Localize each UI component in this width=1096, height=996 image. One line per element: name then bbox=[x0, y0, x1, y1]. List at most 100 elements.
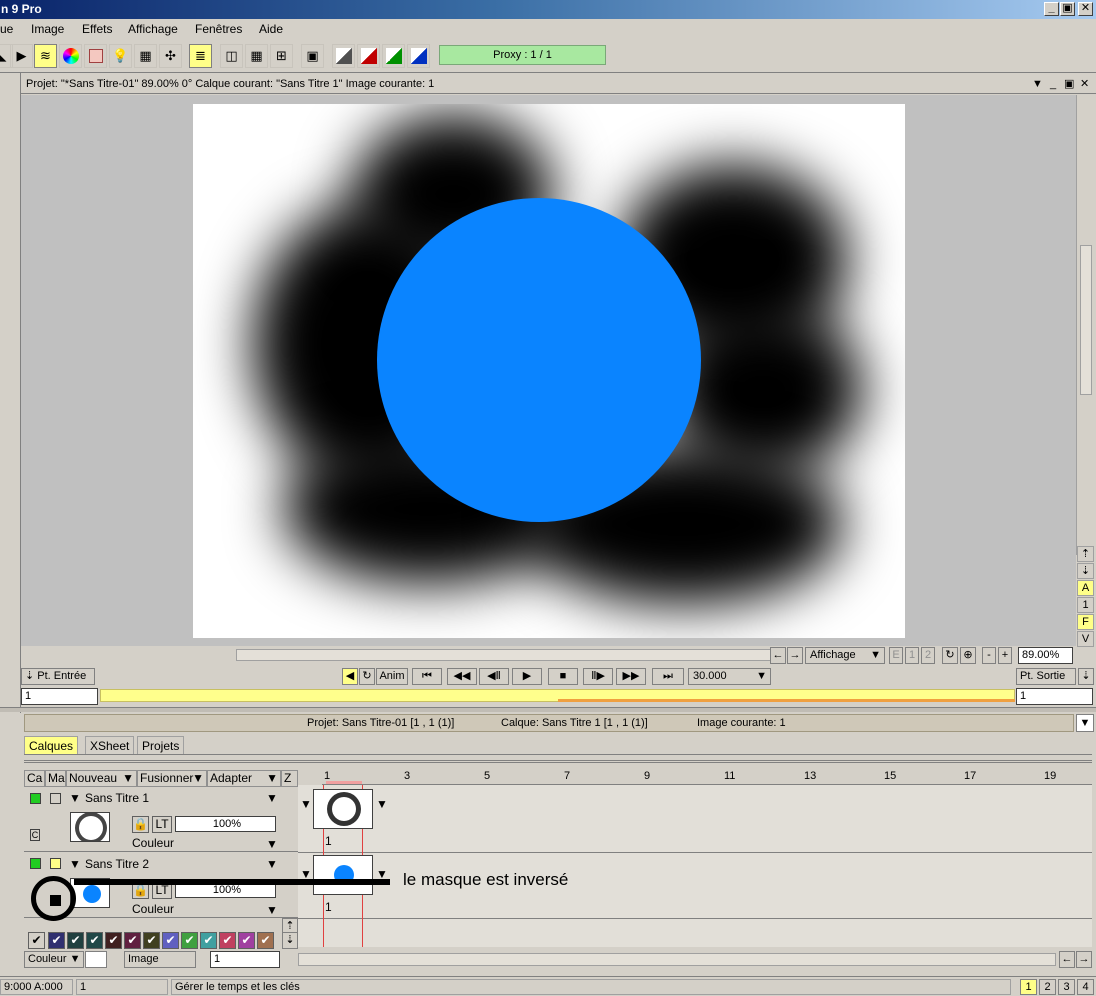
loop-icon[interactable]: ↻ bbox=[359, 668, 375, 685]
menu-fenetres[interactable]: Fenêtres bbox=[195, 19, 242, 40]
vertical-scrollbar[interactable] bbox=[1076, 95, 1096, 555]
panel-splitter[interactable] bbox=[0, 707, 1096, 712]
image-field[interactable]: 1 bbox=[210, 951, 280, 968]
tab-calques[interactable]: Calques bbox=[24, 736, 79, 754]
frame-thumbnail[interactable] bbox=[313, 789, 373, 829]
swatch-check[interactable]: ✔ bbox=[200, 932, 217, 949]
canvas[interactable] bbox=[193, 104, 905, 638]
layer-visible-toggle[interactable] bbox=[30, 793, 41, 804]
color-swatch[interactable] bbox=[85, 951, 107, 968]
column-adapter[interactable]: Adapter ▼ bbox=[207, 770, 281, 787]
layer-mask-toggle[interactable] bbox=[50, 793, 61, 804]
frames-scrollbar[interactable] bbox=[298, 953, 1056, 966]
menu-image[interactable]: Image bbox=[31, 19, 64, 40]
column-ma[interactable]: Ma bbox=[45, 770, 66, 787]
color-select[interactable]: Couleur ▼ bbox=[24, 951, 84, 968]
zoom-out-icon[interactable]: - bbox=[982, 647, 996, 664]
display-select[interactable]: Affichage ▼ bbox=[805, 647, 885, 664]
layer-visible-toggle[interactable] bbox=[30, 858, 41, 869]
light-bulb-icon[interactable]: 💡 bbox=[109, 44, 132, 68]
gray-channel-icon[interactable] bbox=[332, 44, 355, 68]
close-button[interactable]: ✕ bbox=[1078, 2, 1093, 16]
frame-thumbnail[interactable] bbox=[313, 855, 373, 895]
out-point-field[interactable]: 1 bbox=[1016, 688, 1093, 705]
rotate-icon[interactable]: ↻ bbox=[942, 647, 958, 664]
in-point-button[interactable]: ⇣ Pt. Entrée bbox=[21, 668, 95, 685]
tab-xsheet[interactable]: XSheet bbox=[85, 736, 135, 754]
viewer-close-icon[interactable]: ✕ bbox=[1080, 74, 1089, 94]
mask-tool-icon[interactable]: ◫ bbox=[220, 44, 243, 68]
menu-vue[interactable]: ue bbox=[0, 19, 13, 40]
chevron-down-icon[interactable]: ▼ bbox=[266, 903, 278, 917]
anim-button[interactable]: Anim bbox=[376, 668, 408, 685]
monitor-icon[interactable]: ▣ bbox=[301, 44, 324, 68]
scroll-up-icon[interactable]: ⇡ bbox=[1077, 546, 1094, 562]
panel-dropdown-icon[interactable]: ▼ bbox=[1076, 714, 1094, 732]
swatch-check[interactable]: ✔ bbox=[48, 932, 65, 949]
swatch-check[interactable]: ✔ bbox=[162, 932, 179, 949]
frames-area[interactable] bbox=[298, 785, 1092, 947]
play-tool-icon[interactable]: ▶ bbox=[10, 44, 33, 68]
menu-aide[interactable]: Aide bbox=[259, 19, 283, 40]
stop-icon[interactable]: ■ bbox=[548, 668, 578, 685]
page-2-button[interactable]: 2 bbox=[921, 647, 935, 664]
green-channel-icon[interactable] bbox=[382, 44, 405, 68]
last-frame-icon[interactable]: ⏭ bbox=[652, 668, 684, 685]
swatch-check[interactable]: ✔ bbox=[238, 932, 255, 949]
swatch-check[interactable]: ✔ bbox=[67, 932, 84, 949]
in-point-field[interactable]: 1 bbox=[21, 688, 98, 705]
page-button-4[interactable]: 4 bbox=[1077, 979, 1094, 995]
layer-menu-icon[interactable]: ▼ bbox=[266, 791, 278, 805]
viewer-restore-icon[interactable]: ▣ bbox=[1064, 74, 1074, 94]
page-e-button[interactable]: E bbox=[889, 647, 903, 664]
arrow-right-icon[interactable]: → bbox=[787, 647, 803, 664]
color-swatch-icon[interactable] bbox=[84, 44, 107, 68]
proxy-indicator[interactable]: Proxy : 1 / 1 bbox=[439, 45, 606, 65]
sound-icon[interactable]: ◀ bbox=[342, 668, 358, 685]
scroll-down-icon[interactable]: ⇣ bbox=[1077, 563, 1094, 579]
page-button-2[interactable]: 2 bbox=[1039, 979, 1056, 995]
minimize-button[interactable]: _ bbox=[1044, 2, 1059, 16]
split-view-icon[interactable]: ⊞ bbox=[270, 44, 293, 68]
zoom-field[interactable]: 89.00% bbox=[1018, 647, 1073, 664]
horizontal-scrollbar[interactable] bbox=[236, 649, 786, 661]
zoom-in-icon[interactable]: + bbox=[998, 647, 1012, 664]
blend-mode-label[interactable]: Couleur bbox=[132, 836, 174, 850]
fps-select[interactable]: 30.000 ▼ bbox=[688, 668, 771, 685]
red-channel-icon[interactable] bbox=[357, 44, 380, 68]
out-point-button[interactable]: Pt. Sortie bbox=[1016, 668, 1076, 685]
page-button-1[interactable]: 1 bbox=[1020, 979, 1037, 995]
side-button-f[interactable]: F bbox=[1077, 614, 1094, 630]
swatch-check[interactable]: ✔ bbox=[257, 932, 274, 949]
transform-tool-icon[interactable]: ✣ bbox=[159, 44, 182, 68]
first-frame-icon[interactable]: ⏮ bbox=[412, 668, 442, 685]
layer-thumbnail[interactable] bbox=[70, 812, 110, 842]
menu-affichage[interactable]: Affichage bbox=[128, 19, 178, 40]
tab-projets[interactable]: Projets bbox=[137, 736, 185, 754]
layer-expand-icon[interactable]: ▼ bbox=[69, 791, 81, 805]
frame-menu-icon[interactable]: ▼ bbox=[376, 797, 388, 811]
side-button-v[interactable]: V bbox=[1077, 631, 1094, 647]
opacity-field[interactable]: 100% bbox=[175, 816, 276, 832]
lock-icon[interactable]: 🔒 bbox=[132, 816, 149, 833]
swatch-check[interactable]: ✔ bbox=[86, 932, 103, 949]
frame-expand-icon[interactable]: ▼ bbox=[300, 797, 312, 811]
menu-effets[interactable]: Effets bbox=[82, 19, 112, 40]
side-button-a[interactable]: A bbox=[1077, 580, 1094, 596]
play-icon[interactable]: ▶ bbox=[512, 668, 542, 685]
frame-ruler[interactable] bbox=[322, 770, 1092, 785]
arrow-right-icon[interactable]: → bbox=[1076, 951, 1092, 968]
column-fusionner[interactable]: Fusionner ▼ bbox=[137, 770, 207, 787]
arrow-down-icon[interactable]: ⇣ bbox=[1078, 668, 1094, 685]
chevron-down-icon[interactable]: ▼ bbox=[266, 837, 278, 851]
swatch-check[interactable]: ✔ bbox=[28, 932, 45, 949]
layer-mask-toggle[interactable] bbox=[50, 858, 61, 869]
fast-forward-icon[interactable]: ▶▶ bbox=[616, 668, 646, 685]
swatch-check[interactable]: ✔ bbox=[181, 932, 198, 949]
rewind-icon[interactable]: ◀◀ bbox=[447, 668, 477, 685]
arrow-left-icon[interactable]: ← bbox=[770, 647, 786, 664]
side-button-1[interactable]: 1 bbox=[1077, 597, 1094, 613]
scroll-down-icon[interactable]: ⇣ bbox=[282, 932, 298, 949]
lt-button[interactable]: LT bbox=[152, 816, 172, 833]
layers-tool-icon[interactable]: ≋ bbox=[34, 44, 57, 68]
